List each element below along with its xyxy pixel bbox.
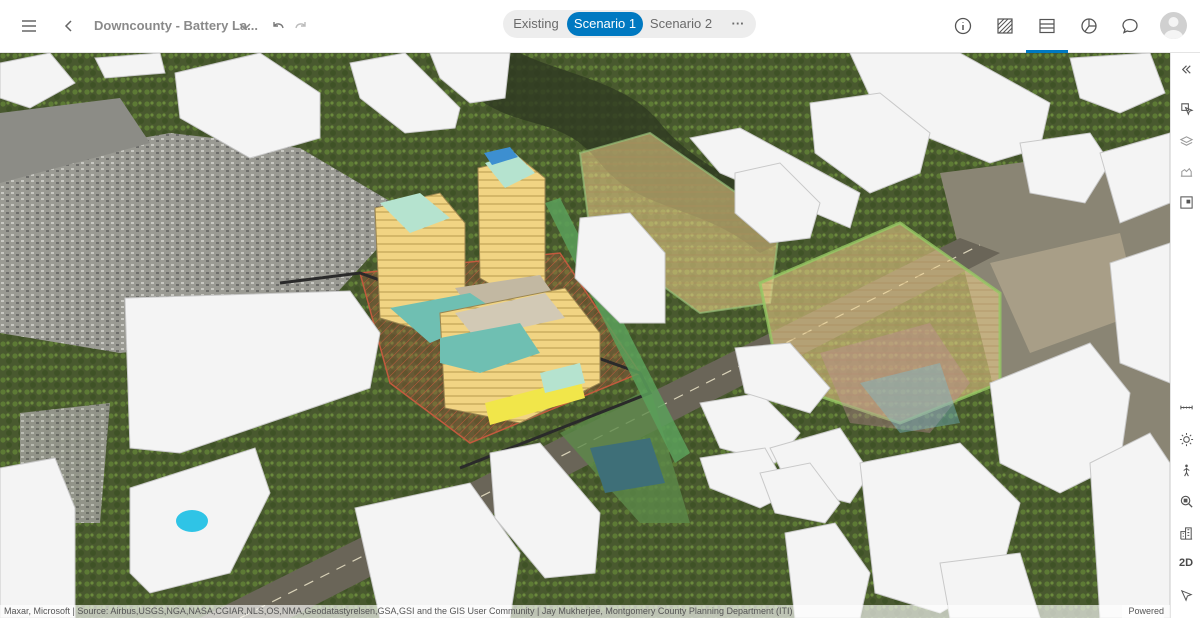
back-icon[interactable] — [56, 13, 82, 39]
elevation-icon[interactable] — [1175, 160, 1197, 182]
scene-view[interactable]: Maxar, Microsoft | Source: Airbus,USGS,N… — [0, 53, 1170, 618]
walk-icon[interactable] — [1175, 459, 1197, 481]
tab-scenario-1[interactable]: Scenario 1 — [567, 12, 643, 36]
selection-icon[interactable] — [1175, 191, 1197, 213]
scene-canvas[interactable] — [0, 53, 1170, 618]
hatch-pattern-icon[interactable] — [992, 13, 1018, 39]
menu-icon[interactable] — [16, 13, 42, 39]
search-map-icon[interactable] — [1175, 490, 1197, 512]
chat-icon[interactable] — [1117, 13, 1143, 39]
chevron-down-icon[interactable] — [232, 13, 258, 39]
more-options-button[interactable]: ··· — [723, 12, 753, 36]
info-icon[interactable] — [950, 13, 976, 39]
cursor-icon[interactable] — [1175, 584, 1197, 606]
scene-toolbar: 2D — [1170, 53, 1200, 618]
tab-existing[interactable]: Existing — [509, 12, 563, 36]
measure-icon[interactable] — [1175, 396, 1197, 418]
attribution-text: Maxar, Microsoft | Source: Airbus,USGS,N… — [4, 606, 793, 616]
redo-icon[interactable] — [288, 13, 314, 39]
layers-icon[interactable] — [1175, 130, 1197, 152]
toggle-2d-button[interactable]: 2D — [1175, 552, 1197, 574]
table-icon[interactable] — [1034, 13, 1060, 39]
navigate-icon[interactable] — [1175, 97, 1197, 119]
avatar[interactable] — [1160, 12, 1187, 39]
buildings-icon[interactable] — [1175, 522, 1197, 544]
scenario-switcher: Existing Scenario 1 Scenario 2 ··· — [503, 10, 756, 38]
pie-chart-icon[interactable] — [1076, 13, 1102, 39]
daylight-icon[interactable] — [1175, 428, 1197, 450]
collapse-panel-icon[interactable] — [1175, 58, 1197, 80]
active-tool-indicator — [1026, 50, 1068, 53]
app-header: Downcounty - Battery La... Existing Scen… — [0, 0, 1200, 53]
tab-scenario-2[interactable]: Scenario 2 — [647, 12, 715, 36]
map-attribution: Maxar, Microsoft | Source: Airbus,USGS,N… — [0, 605, 1170, 618]
powered-by-link[interactable]: Powered — [1122, 605, 1164, 618]
